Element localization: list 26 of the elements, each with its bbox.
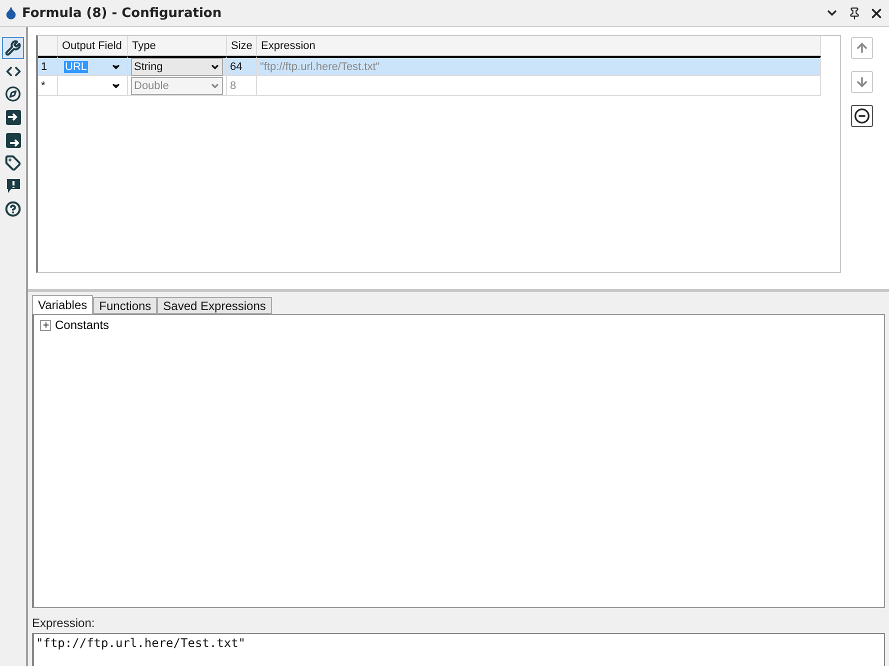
expression-label: Expression: (32, 616, 96, 630)
row-header: * (38, 76, 58, 96)
row-header: 1 (38, 56, 58, 76)
size-cell: 8 (227, 76, 257, 96)
size-cell: 64 (227, 56, 257, 76)
column-header: Expression (257, 36, 821, 56)
pin-icon (848, 6, 860, 20)
tab[interactable]: Variables (32, 295, 94, 314)
compass-icon (5, 86, 21, 102)
wrench-icon (5, 40, 21, 56)
window-title: Formula (8) - Configuration (22, 6, 223, 20)
output-field-combo[interactable] (58, 76, 128, 96)
tree-item[interactable]: Constants (55, 318, 110, 332)
tab[interactable]: Functions (93, 297, 158, 314)
expander-icon[interactable] (40, 320, 51, 330)
type-combo[interactable]: String (128, 56, 227, 76)
app-logo-icon (4, 6, 18, 20)
column-header: Output Field (58, 36, 128, 56)
remove-button[interactable] (851, 105, 873, 127)
minus-circle-icon (854, 108, 870, 124)
expression-cell: "ftp://ftp.url.here/Test.txt" (257, 56, 821, 76)
column-header: Size (227, 36, 257, 56)
expression-field[interactable]: "ftp://ftp.url.here/Test.txt" (32, 633, 885, 666)
column-header: Type (128, 36, 227, 56)
tab[interactable]: Saved Expressions (157, 297, 272, 314)
wrench-tool-button[interactable] (2, 37, 24, 59)
